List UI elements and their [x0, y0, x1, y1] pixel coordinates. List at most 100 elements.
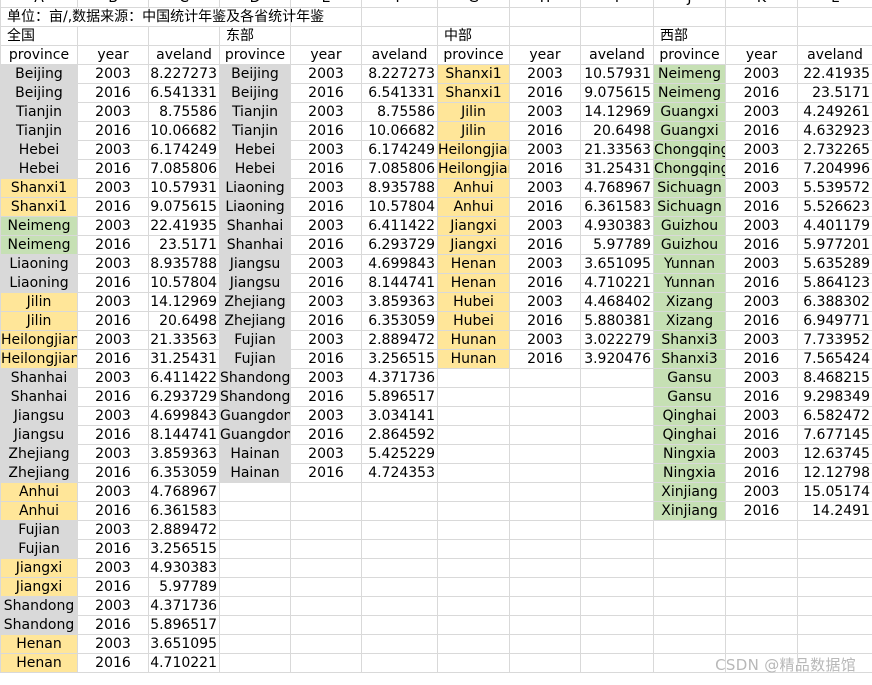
aveland-cell[interactable]: 8.468215 — [797, 368, 872, 388]
aveland-cell[interactable]: 8.144741 — [361, 273, 438, 293]
province-cell[interactable]: Sichuagn — [653, 197, 726, 217]
year-cell[interactable]: 2016 — [77, 387, 149, 407]
aveland-cell[interactable]: 8.935788 — [148, 254, 220, 274]
cell[interactable] — [437, 520, 510, 540]
year-cell[interactable]: 2003 — [77, 596, 149, 616]
year-cell[interactable]: 2016 — [725, 197, 798, 217]
aveland-cell[interactable]: 20.6498 — [580, 121, 654, 141]
column-header[interactable]: aveland — [797, 45, 872, 65]
aveland-cell[interactable]: 5.526623 — [797, 197, 872, 217]
year-cell[interactable]: 2016 — [77, 425, 149, 445]
year-cell[interactable]: 2016 — [509, 197, 581, 217]
province-cell[interactable]: Jiangxi — [437, 235, 510, 255]
aveland-cell[interactable]: 12.63745 — [797, 444, 872, 464]
cell[interactable] — [77, 26, 149, 46]
cell[interactable] — [725, 615, 798, 635]
year-cell[interactable]: 2003 — [290, 368, 362, 388]
province-cell[interactable]: Jilin — [0, 311, 78, 331]
aveland-cell[interactable]: 4.710221 — [580, 273, 654, 293]
cell[interactable] — [219, 482, 291, 502]
year-cell[interactable]: 2016 — [290, 159, 362, 179]
year-cell[interactable]: 2003 — [725, 482, 798, 502]
province-cell[interactable]: Henan — [437, 273, 510, 293]
province-cell[interactable]: Shandong — [219, 387, 291, 407]
cell[interactable] — [509, 539, 581, 559]
column-letter[interactable]: G — [437, 0, 510, 8]
year-cell[interactable]: 2003 — [725, 406, 798, 426]
cell[interactable] — [361, 596, 438, 616]
aveland-cell[interactable]: 14.12969 — [580, 102, 654, 122]
year-cell[interactable]: 2003 — [77, 482, 149, 502]
cell[interactable] — [725, 596, 798, 616]
aveland-cell[interactable]: 6.361583 — [148, 501, 220, 521]
year-cell[interactable]: 2003 — [725, 254, 798, 274]
year-cell[interactable]: 2003 — [725, 368, 798, 388]
province-cell[interactable]: Hainan — [219, 444, 291, 464]
year-cell[interactable]: 2016 — [725, 273, 798, 293]
province-cell[interactable]: Beijing — [0, 64, 78, 84]
aveland-cell[interactable]: 5.864123 — [797, 273, 872, 293]
year-cell[interactable]: 2003 — [290, 102, 362, 122]
aveland-cell[interactable]: 21.33563 — [580, 140, 654, 160]
province-cell[interactable]: Tianjin — [219, 102, 291, 122]
cell[interactable] — [437, 368, 510, 388]
aveland-cell[interactable]: 5.896517 — [148, 615, 220, 635]
year-cell[interactable]: 2003 — [77, 406, 149, 426]
province-cell[interactable]: Henan — [0, 634, 78, 654]
column-letter[interactable]: D — [219, 0, 291, 8]
year-cell[interactable]: 2016 — [290, 463, 362, 483]
aveland-cell[interactable]: 5.896517 — [361, 387, 438, 407]
cell[interactable] — [361, 482, 438, 502]
year-cell[interactable]: 2003 — [509, 102, 581, 122]
cell[interactable] — [219, 558, 291, 578]
year-cell[interactable]: 2003 — [77, 292, 149, 312]
cell[interactable] — [437, 444, 510, 464]
province-cell[interactable]: Shandong — [0, 596, 78, 616]
aveland-cell[interactable]: 6.174249 — [361, 140, 438, 160]
cell[interactable] — [437, 7, 510, 27]
aveland-cell[interactable]: 10.06682 — [148, 121, 220, 141]
cell[interactable] — [509, 577, 581, 597]
cell[interactable] — [797, 558, 872, 578]
aveland-cell[interactable]: 3.022279 — [580, 330, 654, 350]
province-cell[interactable]: Tianjin — [0, 121, 78, 141]
cell[interactable] — [437, 577, 510, 597]
aveland-cell[interactable]: 2.732265 — [797, 140, 872, 160]
cell[interactable] — [361, 615, 438, 635]
column-letter[interactable]: B — [77, 0, 149, 8]
province-cell[interactable]: Xizang — [653, 311, 726, 331]
province-cell[interactable]: Jiangsu — [219, 254, 291, 274]
year-cell[interactable]: 2016 — [290, 349, 362, 369]
aveland-cell[interactable]: 4.371736 — [148, 596, 220, 616]
cell[interactable] — [219, 520, 291, 540]
province-cell[interactable]: Shandong — [219, 368, 291, 388]
cell[interactable] — [725, 26, 798, 46]
province-cell[interactable]: Liaoning — [0, 273, 78, 293]
cell[interactable] — [725, 634, 798, 654]
aveland-cell[interactable]: 6.353059 — [361, 311, 438, 331]
cell[interactable] — [509, 634, 581, 654]
aveland-cell[interactable]: 14.12969 — [148, 292, 220, 312]
cell[interactable] — [725, 558, 798, 578]
cell[interactable] — [361, 634, 438, 654]
province-cell[interactable]: Anhui — [437, 197, 510, 217]
year-cell[interactable]: 2003 — [290, 216, 362, 236]
aveland-cell[interactable]: 23.5171 — [797, 83, 872, 103]
column-header[interactable]: year — [725, 45, 798, 65]
province-cell[interactable]: Tianjin — [219, 121, 291, 141]
cell[interactable] — [580, 653, 654, 673]
column-letter[interactable]: I — [580, 0, 654, 8]
aveland-cell[interactable]: 10.57804 — [148, 273, 220, 293]
year-cell[interactable]: 2003 — [725, 64, 798, 84]
aveland-cell[interactable]: 20.6498 — [148, 311, 220, 331]
column-letter[interactable]: K — [725, 0, 798, 8]
aveland-cell[interactable]: 4.249261 — [797, 102, 872, 122]
cell[interactable] — [437, 539, 510, 559]
province-cell[interactable]: Guizhou — [653, 216, 726, 236]
cell[interactable] — [361, 7, 438, 27]
region-label[interactable]: 全国 — [0, 26, 78, 46]
cell[interactable] — [290, 520, 362, 540]
year-cell[interactable]: 2003 — [77, 216, 149, 236]
cell[interactable] — [580, 444, 654, 464]
cell[interactable] — [509, 463, 581, 483]
